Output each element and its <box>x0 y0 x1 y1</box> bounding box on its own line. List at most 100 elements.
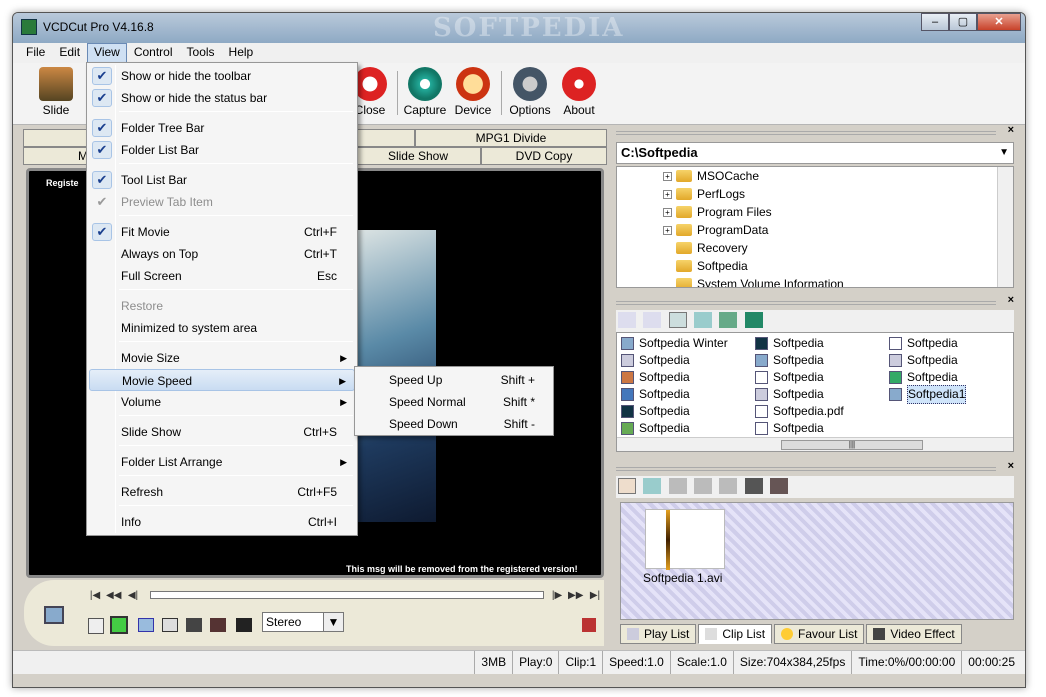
tab-mpg1-divide[interactable]: MPG1 Divide <box>415 129 607 147</box>
tree-item[interactable]: Softpedia <box>676 257 748 275</box>
menu-item-always-on-top[interactable]: Always on Top Ctrl+T <box>89 243 355 265</box>
mode-icon-1[interactable] <box>88 618 104 634</box>
drive-selector[interactable]: C:\Softpedia ▼ <box>616 142 1014 164</box>
tree-item[interactable]: + MSOCache <box>663 167 759 185</box>
tree-scrollbar[interactable] <box>997 167 1013 287</box>
clip-list-view-icon[interactable] <box>643 478 662 494</box>
large-icons-icon[interactable] <box>618 312 636 328</box>
file-item[interactable]: Softpedia <box>621 352 690 369</box>
menu-item-info[interactable]: Info Ctrl+I <box>89 511 355 533</box>
tree-item[interactable]: System Volume Information <box>676 275 844 287</box>
mark-out-icon[interactable] <box>162 618 178 632</box>
file-item[interactable]: Softpedia <box>755 335 824 352</box>
menu-tools[interactable]: Tools <box>180 43 222 63</box>
file-item[interactable]: Softpedia <box>755 386 824 403</box>
menu-item-full-screen[interactable]: Full Screen Esc <box>89 265 355 287</box>
menu-item-speed-down[interactable]: Speed Down Shift - <box>357 413 553 435</box>
rewind-icon[interactable]: ◀◀ <box>106 589 121 603</box>
tab-video-effect[interactable]: Video Effect <box>866 624 962 644</box>
tree-item[interactable]: + ProgramData <box>663 221 768 239</box>
capture-button[interactable]: Capture <box>402 67 448 121</box>
file-item[interactable]: Softpedia <box>889 352 958 369</box>
small-icons-icon[interactable] <box>643 312 662 328</box>
tab-clip-list[interactable]: Clip List <box>698 624 773 644</box>
file-item[interactable]: Softpedia <box>755 420 824 437</box>
file-item[interactable]: Softpedia <box>621 403 690 420</box>
clip-thumbnail[interactable] <box>645 509 725 570</box>
seek-bar[interactable] <box>150 591 544 599</box>
close-icon[interactable]: × <box>1008 124 1014 136</box>
tab-play-list[interactable]: Play List <box>620 624 697 644</box>
menu-item-minimize-to-tray[interactable]: Minimized to system area <box>89 317 355 339</box>
save-icon[interactable] <box>744 312 763 328</box>
file-item[interactable]: Softpedia <box>889 335 958 352</box>
file-item[interactable]: Softpedia <box>889 369 958 386</box>
menu-item-tool-list-bar[interactable]: ✔ Tool List Bar <box>89 169 355 191</box>
close-icon[interactable]: × <box>1008 460 1014 472</box>
title-bar[interactable]: VCDCut Pro V4.16.8 SOFTPEDIA – ▢ ✕ <box>13 13 1025 43</box>
next-frame-icon[interactable]: |▶ <box>550 589 564 603</box>
file-item[interactable]: Softpedia <box>621 369 690 386</box>
menu-file[interactable]: File <box>19 43 52 63</box>
file-item[interactable]: Softpedia.pdf <box>755 403 844 420</box>
close-window-button[interactable]: ✕ <box>977 13 1021 31</box>
menu-item-toggle-toolbar[interactable]: ✔ Show or hide the toolbar <box>89 65 355 87</box>
options-button[interactable]: Options <box>507 67 553 121</box>
prev-frame-icon[interactable]: ◀| <box>126 589 140 603</box>
last-frame-icon[interactable]: ▶| <box>588 589 602 603</box>
menu-item-movie-size[interactable]: Movie Size ▶ <box>89 347 355 369</box>
maximize-button[interactable]: ▢ <box>949 13 977 31</box>
menu-item-folder-list-arrange[interactable]: Folder List Arrange ▶ <box>89 451 355 473</box>
menu-item-toggle-statusbar[interactable]: ✔ Show or hide the status bar <box>89 87 355 109</box>
volume-icon[interactable] <box>582 618 596 632</box>
details-view-icon[interactable] <box>694 312 713 328</box>
file-item[interactable]: Softpedia1 <box>889 385 967 404</box>
menu-item-refresh[interactable]: Refresh Ctrl+F5 <box>89 481 355 503</box>
tab-slide-show[interactable]: Slide Show <box>355 147 481 165</box>
menu-view[interactable]: View <box>87 43 127 63</box>
clip-icon-1[interactable] <box>186 618 202 632</box>
menu-item-volume[interactable]: Volume ▶ <box>89 391 355 413</box>
device-button[interactable]: Device <box>450 67 496 121</box>
delete-icon[interactable] <box>668 478 687 494</box>
menu-item-fit-movie[interactable]: ✔ Fit Movie Ctrl+F <box>89 221 355 243</box>
minimize-button[interactable]: – <box>921 13 949 31</box>
file-item[interactable]: Softpedia <box>621 420 690 437</box>
arrow-up-icon[interactable] <box>694 478 713 494</box>
file-item[interactable]: Softpedia <box>621 386 690 403</box>
menu-edit[interactable]: Edit <box>52 43 87 63</box>
file-item[interactable]: Softpedia <box>755 352 824 369</box>
file-item[interactable]: Softpedia <box>755 369 824 386</box>
menu-item-folder-list-bar[interactable]: ✔ Folder List Bar <box>89 139 355 161</box>
audio-mode-select[interactable]: Stereo ▼ <box>262 612 344 632</box>
refresh-icon[interactable] <box>719 312 738 328</box>
menu-item-speed-up[interactable]: Speed Up Shift + <box>357 369 553 391</box>
tab-favour-list[interactable]: Favour List <box>774 624 865 644</box>
list-view-icon[interactable] <box>668 312 687 328</box>
menu-item-speed-normal[interactable]: Speed Normal Shift * <box>357 391 553 413</box>
clip-edit-icon[interactable] <box>770 478 789 494</box>
mode-icon-2[interactable] <box>110 616 128 634</box>
first-frame-icon[interactable]: |◀ <box>88 589 102 603</box>
menu-item-folder-tree-bar[interactable]: ✔ Folder Tree Bar <box>89 117 355 139</box>
slide-button[interactable]: Slide <box>33 67 79 121</box>
folder-open-icon[interactable] <box>236 618 252 632</box>
mark-in-icon[interactable] <box>138 618 154 632</box>
menu-control[interactable]: Control <box>127 43 180 63</box>
arrow-down-icon[interactable] <box>719 478 738 494</box>
play-icon[interactable] <box>44 606 64 624</box>
tree-item[interactable]: + Program Files <box>663 203 772 221</box>
close-icon[interactable]: × <box>1008 294 1014 306</box>
forward-icon[interactable]: ▶▶ <box>568 589 583 603</box>
menu-item-slide-show[interactable]: Slide Show Ctrl+S <box>89 421 355 443</box>
menu-item-movie-speed[interactable]: Movie Speed ▶ <box>89 369 355 391</box>
menu-help[interactable]: Help <box>222 43 261 63</box>
about-button[interactable]: About <box>556 67 602 121</box>
clip-icon-2[interactable] <box>210 618 226 632</box>
tab-dvd-copy[interactable]: DVD Copy <box>481 147 607 165</box>
tree-item[interactable]: Recovery <box>676 239 748 257</box>
tree-item[interactable]: + PerfLogs <box>663 185 745 203</box>
clip-add-icon[interactable] <box>744 478 763 494</box>
file-list-scrollbar[interactable]: ||| <box>617 437 1013 451</box>
file-item[interactable]: Softpedia Winter <box>621 335 728 352</box>
